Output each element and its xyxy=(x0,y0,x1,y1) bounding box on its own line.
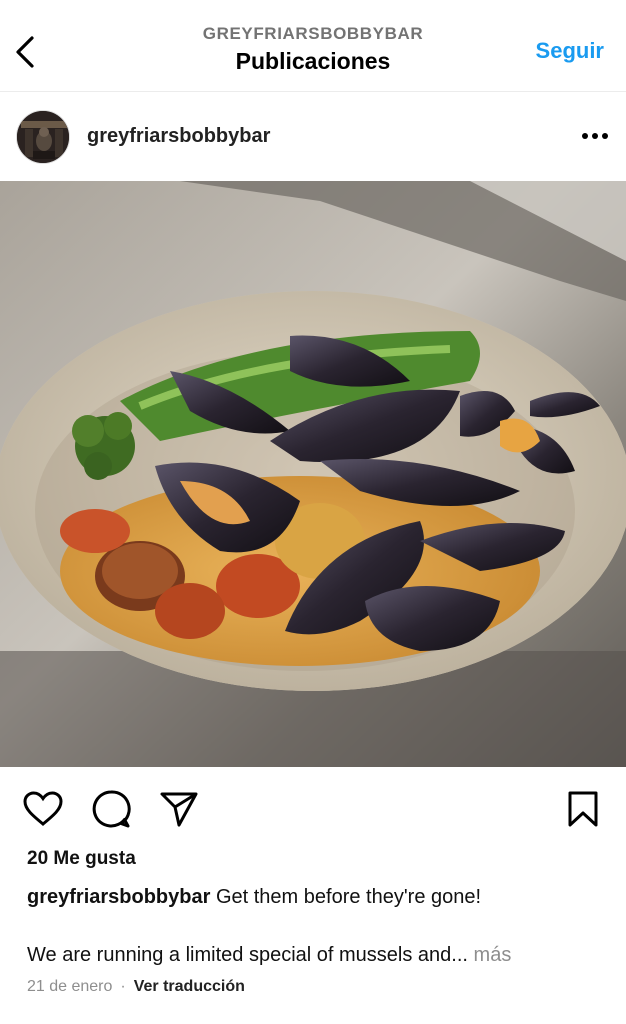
caption-username[interactable]: greyfriarsbobbybar xyxy=(27,886,210,908)
comment-button[interactable] xyxy=(89,787,133,831)
more-dots-icon xyxy=(582,133,608,139)
save-button[interactable] xyxy=(561,787,605,831)
like-count[interactable]: 20 Me gusta xyxy=(27,848,136,870)
bookmark-icon xyxy=(568,791,598,827)
avatar-image xyxy=(17,111,69,163)
heart-icon xyxy=(23,791,63,826)
caption-text: Get them before they're gone! xyxy=(215,886,482,908)
post-photo[interactable] xyxy=(0,181,626,767)
caption-more-text: We are running a limited special of muss… xyxy=(27,944,468,966)
caption-continuation: We are running a limited special of muss… xyxy=(27,942,622,968)
comment-icon xyxy=(92,790,131,828)
post-header: greyfriarsbobbybar xyxy=(0,92,626,182)
like-button[interactable] xyxy=(21,787,65,831)
follow-button[interactable]: Seguir xyxy=(536,38,604,64)
translate-link[interactable]: Ver traducción xyxy=(134,978,245,995)
post-actions xyxy=(0,767,626,847)
page-title: Publicaciones xyxy=(235,48,391,74)
share-button[interactable] xyxy=(157,787,201,831)
post-meta: 21 de enero · Ver traducción xyxy=(27,978,245,996)
more-options-button[interactable] xyxy=(578,122,612,150)
more-link[interactable]: más xyxy=(474,944,512,966)
post-author[interactable]: greyfriarsbobbybar xyxy=(87,125,270,148)
top-bar: GREYFRIARSBOBBYBAR Publicaciones Seguir xyxy=(0,0,626,92)
account-name: GREYFRIARSBOBBYBAR xyxy=(202,24,424,43)
separator-dot: · xyxy=(120,978,126,995)
post-date: 21 de enero xyxy=(27,978,113,995)
avatar[interactable] xyxy=(16,110,70,164)
share-icon xyxy=(160,792,198,827)
caption: greyfriarsbobbybar Get them before they'… xyxy=(27,884,617,910)
header-titles: GREYFRIARSBOBBYBAR Publicaciones xyxy=(0,24,626,75)
